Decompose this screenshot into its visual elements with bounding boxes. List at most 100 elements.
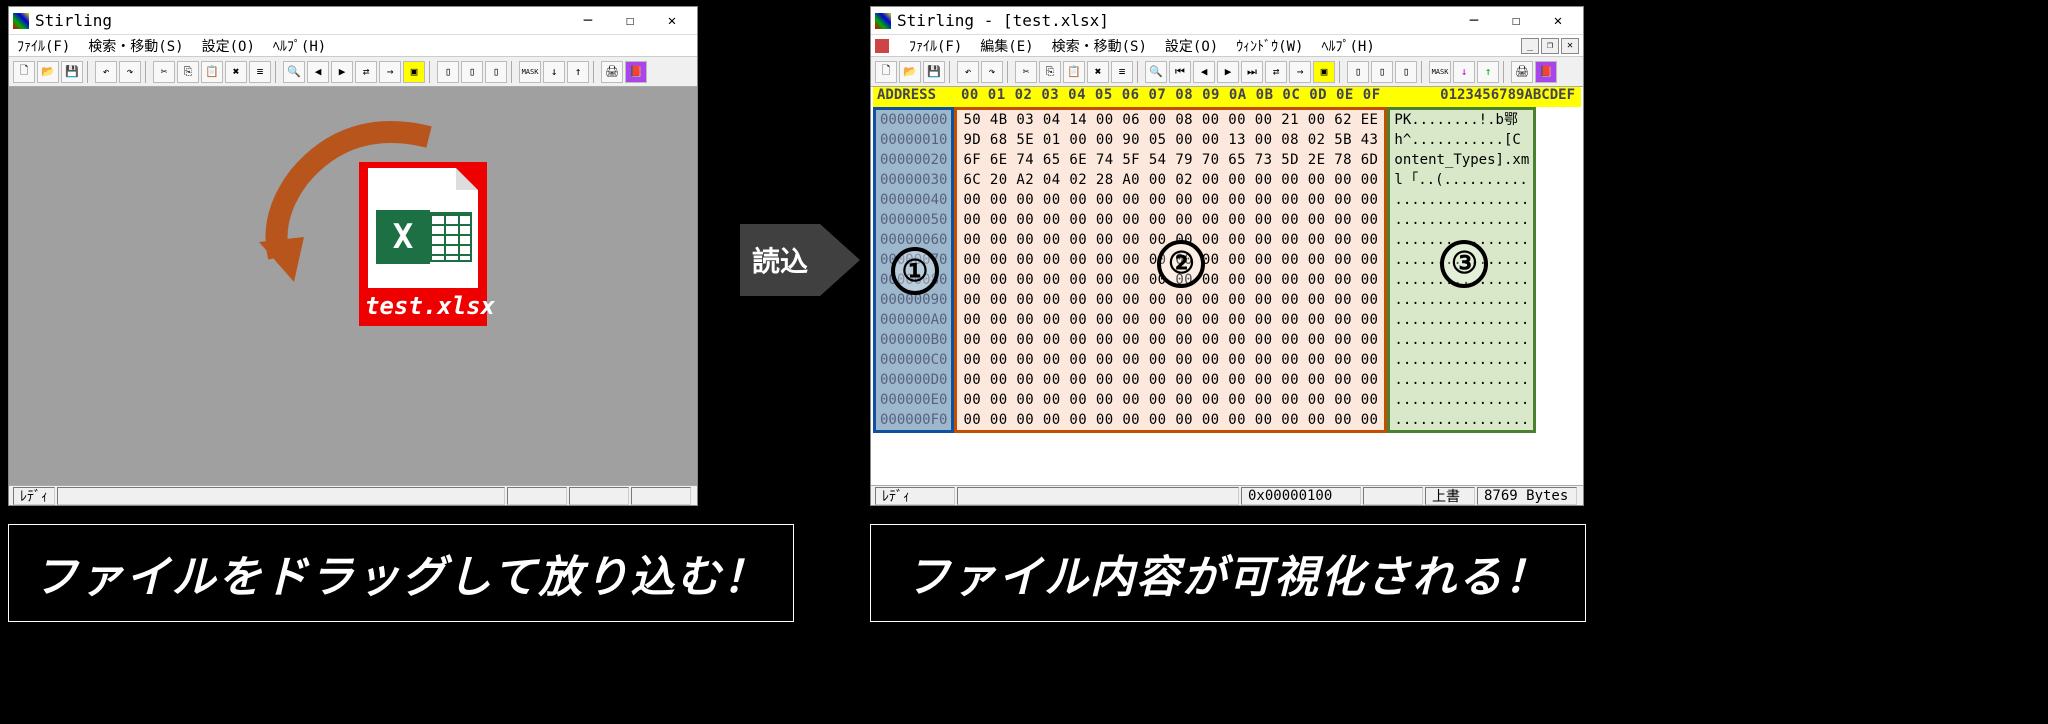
- redo-icon[interactable]: ↷: [981, 61, 1003, 83]
- find-icon[interactable]: 🔍: [1145, 61, 1167, 83]
- ascii-row[interactable]: ................: [1394, 290, 1529, 310]
- sort-down-icon[interactable]: ↓: [1453, 61, 1475, 83]
- ascii-row[interactable]: ................: [1394, 190, 1529, 210]
- mask-icon[interactable]: MASK: [519, 61, 541, 83]
- menu-settings[interactable]: 設定(O): [1161, 36, 1222, 56]
- maximize-button[interactable]: ☐: [1495, 8, 1537, 34]
- help-book-icon[interactable]: 📕: [1535, 61, 1557, 83]
- hex-row[interactable]: 00 00 00 00 00 00 00 00 00 00 00 00 00 0…: [963, 370, 1378, 390]
- hex-row[interactable]: 00 00 00 00 00 00 00 00 00 00 00 00 00 0…: [963, 330, 1378, 350]
- hex-row[interactable]: 00 00 00 00 00 00 00 00 00 00 00 00 00 0…: [963, 310, 1378, 330]
- cut-icon[interactable]: ✂: [153, 61, 175, 83]
- ascii-row[interactable]: ................: [1394, 370, 1529, 390]
- hex-row[interactable]: 6F 6E 74 65 6E 74 5F 54 79 70 65 73 5D 2…: [963, 150, 1378, 170]
- undo-icon[interactable]: ↶: [95, 61, 117, 83]
- mdi-restore-button[interactable]: ❐: [1541, 38, 1559, 54]
- hex-row[interactable]: 00 00 00 00 00 00 00 00 00 00 00 00 00 0…: [963, 410, 1378, 430]
- doc2-icon[interactable]: ▯: [1371, 61, 1393, 83]
- sort-down-icon[interactable]: ↓: [543, 61, 565, 83]
- ascii-row[interactable]: ................: [1394, 210, 1529, 230]
- menu-help[interactable]: ﾍﾙﾌﾟ(H): [1317, 36, 1378, 56]
- hex-row[interactable]: 50 4B 03 04 14 00 06 00 08 00 00 00 21 0…: [963, 110, 1378, 130]
- mdi-doc-icon[interactable]: [875, 39, 889, 53]
- ascii-row[interactable]: ................: [1394, 310, 1529, 330]
- menu-search[interactable]: 検索・移動(S): [84, 36, 187, 56]
- replace-icon[interactable]: ⇄: [355, 61, 377, 83]
- hex-row[interactable]: 00 00 00 00 00 00 00 00 00 00 00 00 00 0…: [963, 350, 1378, 370]
- ascii-row[interactable]: h^...........[C: [1394, 130, 1529, 150]
- doc2-icon[interactable]: ▯: [461, 61, 483, 83]
- paste-icon[interactable]: 📋: [1063, 61, 1085, 83]
- save-icon[interactable]: 💾: [923, 61, 945, 83]
- maximize-button[interactable]: ☐: [609, 8, 651, 34]
- close-button[interactable]: ✕: [651, 8, 693, 34]
- hex-row[interactable]: 6C 20 A2 04 02 28 A0 00 02 00 00 00 00 0…: [963, 170, 1378, 190]
- hex-row[interactable]: 00 00 00 00 00 00 00 00 00 00 00 00 00 0…: [963, 210, 1378, 230]
- save-icon[interactable]: 💾: [61, 61, 83, 83]
- mask-icon[interactable]: MASK: [1429, 61, 1451, 83]
- hex-row[interactable]: 00 00 00 00 00 00 00 00 00 00 00 00 00 0…: [963, 290, 1378, 310]
- open-icon[interactable]: 📂: [899, 61, 921, 83]
- mark-icon[interactable]: ▣: [1313, 61, 1335, 83]
- dragged-file-icon[interactable]: X test.xlsx: [359, 162, 487, 326]
- open-icon[interactable]: 📂: [37, 61, 59, 83]
- sort-up-icon[interactable]: ↑: [1477, 61, 1499, 83]
- menu-window[interactable]: ｳｨﾝﾄﾞｳ(W): [1232, 36, 1307, 56]
- hex-editor[interactable]: ADDRESS 00 01 02 03 04 05 06 07 08 09 0A…: [873, 87, 1581, 485]
- menu-search[interactable]: 検索・移動(S): [1048, 36, 1151, 56]
- print-icon[interactable]: 🖨: [601, 61, 623, 83]
- delete-page-icon[interactable]: ✖: [225, 61, 247, 83]
- new-icon[interactable]: 🗋: [13, 61, 35, 83]
- ascii-row[interactable]: ................: [1394, 350, 1529, 370]
- find-prev-icon[interactable]: ◀: [1193, 61, 1215, 83]
- goto-icon[interactable]: →: [1289, 61, 1311, 83]
- cut-icon[interactable]: ✂: [1015, 61, 1037, 83]
- find-icon[interactable]: 🔍: [283, 61, 305, 83]
- hex-row[interactable]: 00 00 00 00 00 00 00 00 00 00 00 00 00 0…: [963, 390, 1378, 410]
- list-icon[interactable]: ≡: [1111, 61, 1133, 83]
- new-icon[interactable]: 🗋: [875, 61, 897, 83]
- hex-body[interactable]: 0000000000000010000000200000003000000040…: [873, 107, 1581, 433]
- hex-column[interactable]: ② 50 4B 03 04 14 00 06 00 08 00 00 00 21…: [954, 107, 1387, 433]
- print-icon[interactable]: 🖨: [1511, 61, 1533, 83]
- menu-help[interactable]: ﾍﾙﾌﾟ(H): [269, 36, 330, 56]
- hex-row[interactable]: 9D 68 5E 01 00 00 90 05 00 00 13 00 08 0…: [963, 130, 1378, 150]
- ascii-row[interactable]: l ｢..(..........: [1394, 170, 1529, 190]
- goto-icon[interactable]: →: [379, 61, 401, 83]
- mdi-close-button[interactable]: ✕: [1561, 38, 1579, 54]
- paste-icon[interactable]: 📋: [201, 61, 223, 83]
- mdi-minimize-button[interactable]: _: [1521, 38, 1539, 54]
- hex-row[interactable]: 00 00 00 00 00 00 00 00 00 00 00 00 00 0…: [963, 190, 1378, 210]
- minimize-button[interactable]: ─: [1453, 8, 1495, 34]
- menu-edit[interactable]: 編集(E): [976, 36, 1037, 56]
- minimize-button[interactable]: ─: [567, 8, 609, 34]
- find-next-all-icon[interactable]: ⏭: [1241, 61, 1263, 83]
- ascii-column[interactable]: ③ PK........!.b鄂 h^...........[Content_T…: [1387, 107, 1536, 433]
- ascii-row[interactable]: ................: [1394, 410, 1529, 430]
- doc1-icon[interactable]: ▯: [1347, 61, 1369, 83]
- copy-icon[interactable]: ⎘: [1039, 61, 1061, 83]
- help-book-icon[interactable]: 📕: [625, 61, 647, 83]
- mark-icon[interactable]: ▣: [403, 61, 425, 83]
- find-prev-icon[interactable]: ◀: [307, 61, 329, 83]
- find-next-icon[interactable]: ▶: [331, 61, 353, 83]
- doc3-icon[interactable]: ▯: [1395, 61, 1417, 83]
- undo-icon[interactable]: ↶: [957, 61, 979, 83]
- ascii-row[interactable]: ................: [1394, 390, 1529, 410]
- redo-icon[interactable]: ↷: [119, 61, 141, 83]
- menu-file[interactable]: ﾌｧｲﾙ(F): [13, 36, 74, 56]
- list-icon[interactable]: ≡: [249, 61, 271, 83]
- doc3-icon[interactable]: ▯: [485, 61, 507, 83]
- close-button[interactable]: ✕: [1537, 8, 1579, 34]
- ascii-row[interactable]: PK........!.b鄂: [1394, 110, 1529, 130]
- ascii-row[interactable]: ................: [1394, 330, 1529, 350]
- find-next-icon[interactable]: ▶: [1217, 61, 1239, 83]
- sort-up-icon[interactable]: ↑: [567, 61, 589, 83]
- replace-icon[interactable]: ⇄: [1265, 61, 1287, 83]
- copy-icon[interactable]: ⎘: [177, 61, 199, 83]
- doc1-icon[interactable]: ▯: [437, 61, 459, 83]
- menu-file[interactable]: ﾌｧｲﾙ(F): [905, 36, 966, 56]
- delete-page-icon[interactable]: ✖: [1087, 61, 1109, 83]
- ascii-row[interactable]: ontent_Types].xm: [1394, 150, 1529, 170]
- find-prev-all-icon[interactable]: ⏮: [1169, 61, 1191, 83]
